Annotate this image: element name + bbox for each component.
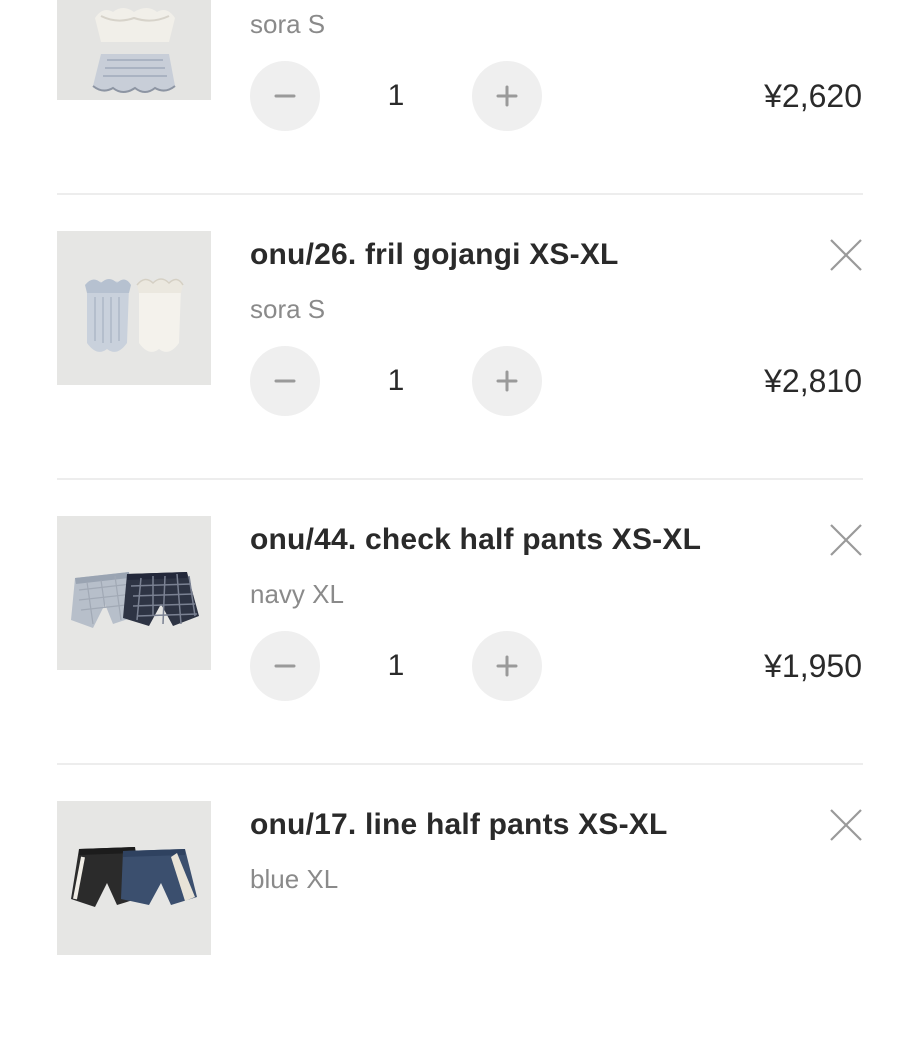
close-icon <box>830 239 862 271</box>
cart-item: onu/44. check half pants XS-XL navy XL 1… <box>0 479 920 765</box>
item-price: ¥2,810 <box>764 363 862 399</box>
decrease-quantity-button[interactable] <box>250 61 320 131</box>
remove-item-button[interactable] <box>829 808 863 842</box>
close-icon <box>830 524 862 556</box>
product-thumbnail[interactable] <box>57 801 211 955</box>
plus-icon <box>496 85 518 107</box>
close-icon <box>830 809 862 841</box>
product-thumbnail[interactable] <box>57 231 211 385</box>
plus-icon <box>496 655 518 677</box>
product-photo-icon <box>57 0 211 100</box>
product-name[interactable]: onu/26. fril gojangi XS-XL <box>250 238 619 272</box>
minus-icon <box>274 94 296 98</box>
cart-item: onu/26. fril gojangi XS-XL sora S 1 ¥2,8… <box>0 194 920 480</box>
product-photo-icon <box>57 801 211 955</box>
product-photo-icon <box>57 516 211 670</box>
product-variant: blue XL <box>250 864 339 894</box>
plus-icon <box>496 370 518 392</box>
increase-quantity-button[interactable] <box>472 346 542 416</box>
item-price: ¥1,950 <box>764 648 862 684</box>
remove-item-button[interactable] <box>829 238 863 272</box>
product-thumbnail[interactable] <box>57 0 211 100</box>
product-variant: sora S <box>250 9 326 39</box>
product-photo-icon <box>57 231 211 385</box>
cart-item: onu/17. line half pants XS-XL blue XL <box>0 764 920 1049</box>
minus-icon <box>274 379 296 383</box>
minus-icon <box>274 664 296 668</box>
product-variant: navy XL <box>250 579 344 609</box>
quantity-value: 1 <box>387 649 405 682</box>
decrease-quantity-button[interactable] <box>250 631 320 701</box>
product-thumbnail[interactable] <box>57 516 211 670</box>
quantity-value: 1 <box>387 364 405 397</box>
decrease-quantity-button[interactable] <box>250 346 320 416</box>
product-name[interactable]: onu/17. line half pants XS-XL <box>250 808 668 842</box>
remove-item-button[interactable] <box>829 523 863 557</box>
item-price: ¥2,620 <box>764 78 862 114</box>
increase-quantity-button[interactable] <box>472 61 542 131</box>
quantity-value: 1 <box>387 79 405 112</box>
product-name[interactable]: onu/44. check half pants XS-XL <box>250 523 701 557</box>
product-variant: sora S <box>250 294 326 324</box>
increase-quantity-button[interactable] <box>472 631 542 701</box>
cart-item: sora S 1 ¥2,620 <box>0 0 920 195</box>
